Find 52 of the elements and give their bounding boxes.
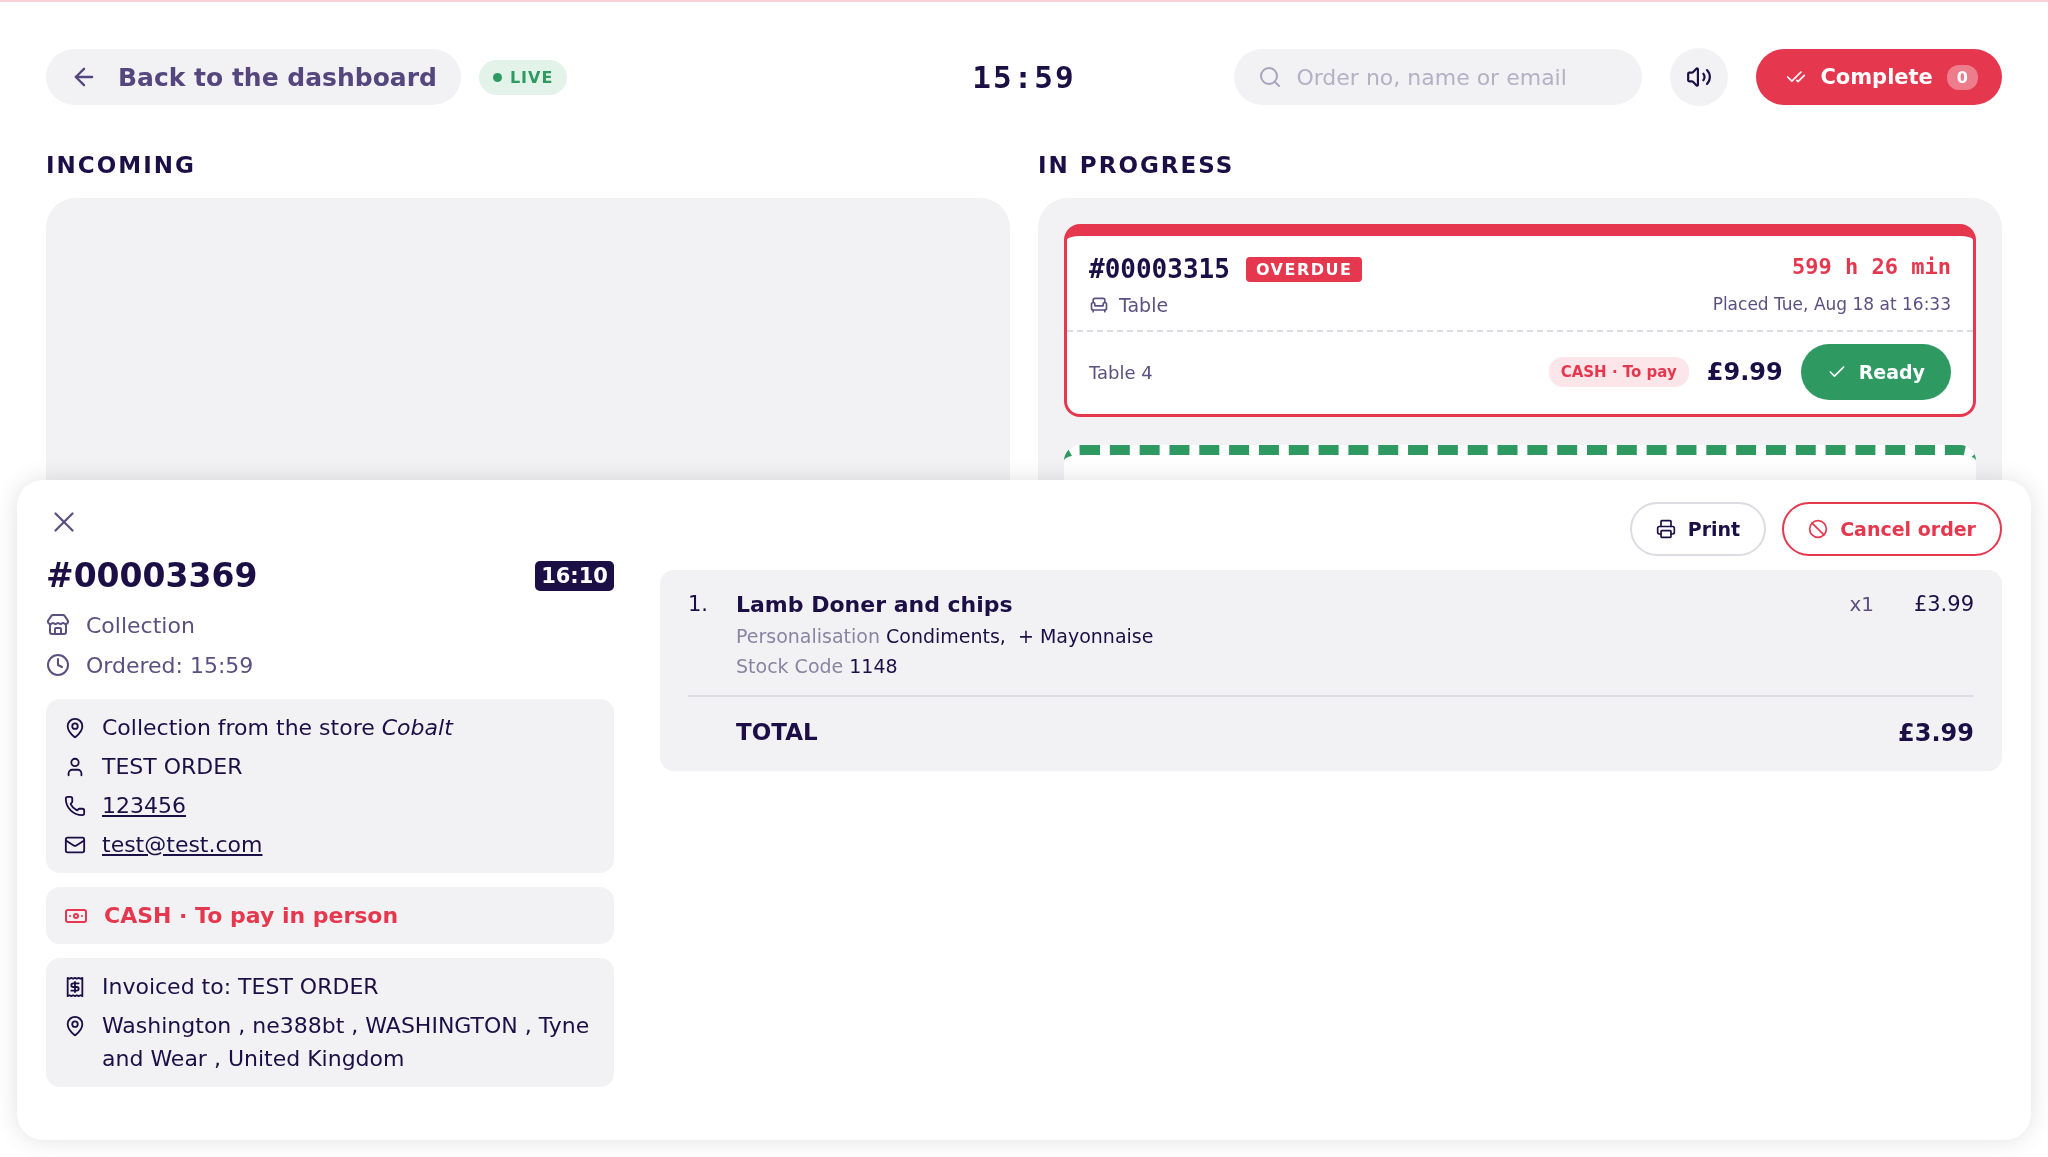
detail-value: 1148 bbox=[849, 655, 898, 677]
live-badge: LIVE bbox=[478, 59, 568, 95]
order-price: £9.99 bbox=[1706, 358, 1783, 386]
back-button[interactable]: Back to the dashboard bbox=[46, 49, 461, 105]
search-icon bbox=[1258, 65, 1283, 89]
location-pin-icon bbox=[64, 1014, 86, 1037]
ready-button[interactable]: Ready bbox=[1800, 344, 1951, 400]
complete-button[interactable]: Complete 0 bbox=[1756, 49, 2002, 105]
detail-value: Condiments, + Mayonnaise bbox=[886, 625, 1154, 647]
search-field[interactable]: Order no, name or email bbox=[1234, 49, 1643, 105]
payment-badge: CASH · To pay bbox=[1548, 357, 1689, 387]
due-time-badge: 16:10 bbox=[535, 560, 614, 591]
store-icon bbox=[46, 613, 70, 637]
phone-icon bbox=[64, 794, 86, 817]
elapsed-timer: 599 h 26 min bbox=[1792, 254, 1951, 281]
item-price: £3.99 bbox=[1912, 592, 1974, 618]
placed-time: Placed Tue, Aug 18 at 16:33 bbox=[1712, 294, 1951, 316]
receipt-icon bbox=[64, 975, 86, 998]
detail-label: Personalisation bbox=[736, 625, 880, 647]
phone-link[interactable]: 123456 bbox=[102, 789, 186, 822]
clock: 15:59 bbox=[972, 59, 1076, 95]
pickup-location: Collection from the store Cobalt bbox=[102, 714, 453, 742]
payment-method: CASH · To pay in person bbox=[104, 902, 399, 930]
detail-label: Stock Code bbox=[736, 655, 844, 677]
ordered-time: Ordered: 15:59 bbox=[86, 652, 254, 678]
customer-name: TEST ORDER bbox=[102, 753, 243, 781]
email-link[interactable]: test@test.com bbox=[102, 828, 263, 861]
complete-count: 0 bbox=[1946, 64, 1978, 90]
printer-icon bbox=[1655, 519, 1676, 539]
fulfilment-type: Collection bbox=[86, 612, 195, 638]
print-button[interactable]: Print bbox=[1629, 502, 1767, 556]
order-number: #00003369 bbox=[46, 556, 258, 595]
overdue-badge: OVERDUE bbox=[1245, 256, 1363, 282]
item-name: Lamb Doner and chips bbox=[736, 592, 1014, 617]
invoice-address: Washington , ne388bt , WASHINGTON , Tyne and Wear , United Kingdom bbox=[102, 1012, 591, 1073]
total-label: TOTAL bbox=[735, 719, 818, 747]
chair-icon bbox=[1089, 295, 1109, 315]
total-value: £3.99 bbox=[1898, 719, 1974, 747]
column-title: IN PROGRESS bbox=[1038, 152, 1236, 178]
column-title: INCOMING bbox=[46, 152, 197, 178]
cancel-order-button[interactable]: Cancel order bbox=[1782, 502, 2002, 556]
invoice-name: Invoiced to: TEST ORDER bbox=[102, 973, 379, 1001]
order-type: Table bbox=[1119, 294, 1169, 316]
item-quantity: x1 bbox=[1849, 592, 1874, 618]
speaker-icon bbox=[1686, 64, 1713, 90]
order-card[interactable]: #00003315 OVERDUE 599 h 26 min Table Placed Tue, Aug 18 at 16:33 Table 4 CASH · To pay £9.99 Ready bbox=[1064, 224, 1976, 417]
ban-icon bbox=[1808, 519, 1829, 539]
clock-icon bbox=[46, 653, 70, 677]
item-index: 1. bbox=[688, 592, 710, 618]
location-pin-icon bbox=[64, 716, 86, 739]
order-number: #00003315 bbox=[1089, 254, 1230, 284]
table-label: Table 4 bbox=[1089, 361, 1154, 383]
